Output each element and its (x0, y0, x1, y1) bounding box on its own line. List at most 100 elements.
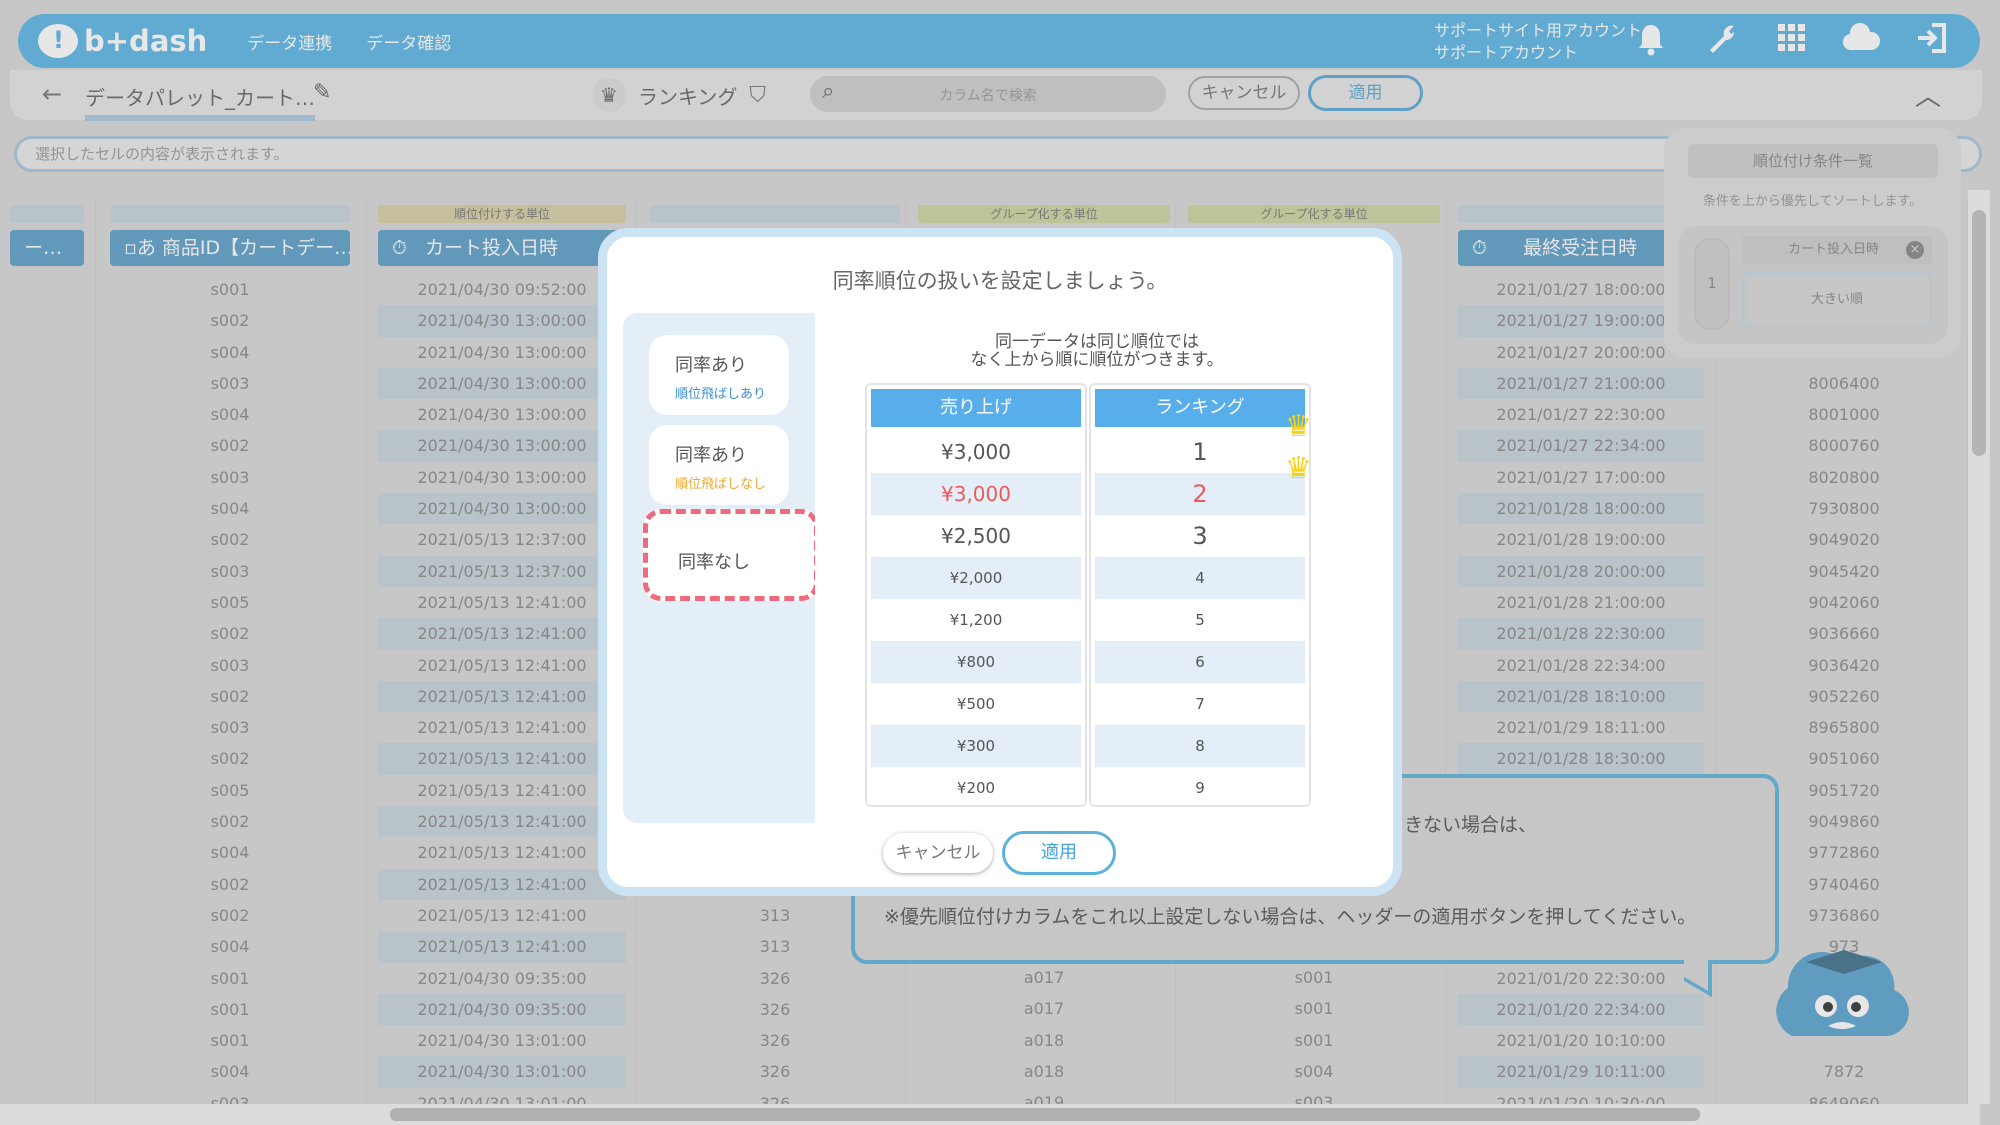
grid-cell[interactable]: s002 (110, 743, 350, 774)
grid-cell[interactable]: 2021/05/13 12:41:00 (378, 680, 626, 713)
grid-cell[interactable]: 2021/05/13 12:41:00 (378, 900, 626, 931)
grid-cell[interactable]: 2021/04/30 13:00:00 (378, 337, 626, 368)
grid-cell[interactable]: a018 (918, 1025, 1170, 1056)
grid-cell[interactable]: 8965800 (1728, 712, 1960, 743)
grid-cell[interactable]: s002 (110, 524, 350, 555)
column-header[interactable]: ー… (10, 230, 84, 266)
grid-cell[interactable]: s001 (110, 1025, 350, 1056)
grid-cell[interactable]: 7872 (1728, 1056, 1960, 1087)
collapse-icon[interactable]: ︿ (1915, 76, 1941, 113)
grid-cell[interactable]: 2021/01/29 18:11:00 (1458, 712, 1704, 743)
grid-cell[interactable]: 2021/01/28 19:00:00 (1458, 524, 1704, 555)
grid-cell[interactable]: 9051060 (1728, 743, 1960, 774)
grid-cell[interactable]: 2021/01/28 18:00:00 (1458, 493, 1704, 525)
option-no-tie[interactable]: 同率なし (643, 509, 819, 601)
grid-cell[interactable]: 2021/01/28 22:34:00 (1458, 650, 1704, 681)
grid-cell[interactable]: 2021/01/20 22:34:00 (1458, 993, 1704, 1026)
grid-cell[interactable]: s001 (110, 274, 350, 305)
grid-cell[interactable]: s002 (110, 900, 350, 931)
grid-cell[interactable]: 9052260 (1728, 681, 1960, 712)
grid-cell[interactable]: 2021/04/30 09:52:00 (378, 274, 626, 305)
column-header[interactable]: ⏱ カート投入日時 (378, 230, 626, 266)
grid-cell[interactable]: 7930800 (1728, 493, 1960, 524)
grid-cell[interactable]: 2021/01/27 17:00:00 (1458, 462, 1704, 493)
grid-cell[interactable]: s001 (110, 994, 350, 1025)
grid-cell[interactable]: 2021/01/28 22:30:00 (1458, 618, 1704, 650)
grid-cell[interactable]: s003 (110, 462, 350, 493)
grid-cell[interactable]: 2021/05/13 12:41:00 (378, 712, 626, 743)
grid-cell[interactable]: s004 (110, 1056, 350, 1087)
grid-cell[interactable]: 2021/05/13 12:41:00 (378, 618, 626, 650)
option-tie-without-skip[interactable]: 同率あり 順位飛ばしなし (649, 425, 789, 505)
grid-cell[interactable]: 2021/05/13 12:41:00 (378, 931, 626, 963)
grid-cell[interactable]: 2021/05/13 12:41:00 (378, 743, 626, 775)
grid-cell[interactable]: s005 (110, 775, 350, 806)
beginner-mark-icon[interactable]: ⛉ (749, 83, 766, 108)
grid-cell[interactable]: s001 (1188, 1025, 1440, 1056)
grid-cell[interactable]: 8000760 (1728, 430, 1960, 461)
grid-cell[interactable]: 9049020 (1728, 524, 1960, 555)
grid-cell[interactable]: 2021/05/13 12:41:00 (378, 806, 626, 838)
grid-cell[interactable]: s004 (110, 837, 350, 868)
account-info[interactable]: サポートサイト用アカウント サポートアカウント (1434, 20, 1642, 64)
vertical-scroll-thumb[interactable] (1972, 210, 1986, 456)
grid-cell[interactable]: 2021/04/30 13:01:00 (378, 1025, 626, 1056)
grid-cell[interactable]: 2021/04/30 13:01:00 (378, 1056, 626, 1088)
grid-cell[interactable]: s003 (110, 556, 350, 587)
grid-cell[interactable]: 2021/05/13 12:41:00 (378, 587, 626, 618)
grid-cell[interactable]: 326 (650, 1025, 900, 1056)
grid-cell[interactable]: 9045420 (1728, 556, 1960, 587)
grid-cell[interactable]: 2021/01/27 21:00:00 (1458, 367, 1704, 400)
grid-cell[interactable]: s005 (110, 587, 350, 618)
grid-cell[interactable]: s002 (110, 806, 350, 837)
grid-cell[interactable]: 2021/04/30 09:35:00 (378, 993, 626, 1026)
grid-cell[interactable]: s004 (110, 399, 350, 430)
grid-cell[interactable]: s003 (110, 650, 350, 681)
grid-cell[interactable]: 2021/01/20 10:10:00 (1458, 1025, 1704, 1056)
grid-cell[interactable]: s002 (110, 681, 350, 712)
grid-cell[interactable]: 326 (650, 963, 900, 994)
cloud-icon[interactable] (1840, 22, 1882, 60)
grid-cell[interactable]: 2021/05/13 12:41:00 (378, 650, 626, 681)
horizontal-scrollbar[interactable] (0, 1104, 1980, 1125)
grid-cell[interactable]: s004 (110, 931, 350, 962)
grid-cell[interactable]: 8020800 (1728, 462, 1960, 493)
sort-order-select[interactable]: 大きい順 (1742, 272, 1932, 328)
grid-cell[interactable]: 2021/05/13 12:41:00 (378, 775, 626, 806)
grid-cell[interactable]: 2021/04/30 13:00:00 (378, 493, 626, 525)
grid-cell[interactable]: 2021/01/27 22:34:00 (1458, 430, 1704, 462)
grid-cell[interactable]: s002 (110, 305, 350, 336)
grid-cell[interactable]: s003 (110, 712, 350, 743)
grid-cell[interactable]: 326 (650, 994, 900, 1025)
grid-cell[interactable]: 2021/01/28 21:00:00 (1458, 587, 1704, 618)
column-header[interactable]: ▫あ 商品ID【カートデー… (110, 230, 350, 266)
nav-data-link[interactable]: データ連携 (247, 29, 332, 54)
header-cancel-button[interactable]: キャンセル (1188, 76, 1300, 110)
vertical-scrollbar[interactable] (1968, 190, 1990, 1104)
option-tie-with-skip[interactable]: 同率あり 順位飛ばしあり (649, 335, 789, 415)
grid-cell[interactable]: 9036660 (1728, 618, 1960, 649)
palette-title[interactable]: データパレット_カート… (85, 82, 315, 121)
grid-cell[interactable]: s002 (110, 618, 350, 649)
header-apply-button[interactable]: 適用 (1308, 75, 1423, 111)
bell-icon[interactable] (1630, 22, 1672, 60)
grid-cell[interactable]: s001 (1188, 962, 1440, 993)
grid-cell[interactable]: a017 (918, 962, 1170, 993)
horizontal-scroll-thumb[interactable] (390, 1108, 1700, 1121)
wrench-icon[interactable] (1700, 22, 1742, 60)
grid-cell[interactable]: 2021/05/13 12:37:00 (378, 555, 626, 587)
grid-cell[interactable]: 2021/05/13 12:41:00 (378, 837, 626, 868)
grid-cell[interactable]: 8006400 (1728, 368, 1960, 399)
grid-cell[interactable]: s002 (110, 430, 350, 461)
grid-cell[interactable]: 2021/04/30 13:00:00 (378, 399, 626, 430)
grid-cell[interactable]: s004 (1188, 1056, 1440, 1087)
grid-cell[interactable]: 2021/01/28 20:00:00 (1458, 555, 1704, 587)
pencil-icon[interactable]: ✎ (313, 80, 331, 105)
grid-cell[interactable]: 9036420 (1728, 650, 1960, 681)
grid-cell[interactable]: 2021/04/30 13:00:00 (378, 367, 626, 400)
grid-icon[interactable] (1770, 22, 1812, 60)
grid-cell[interactable]: 2021/05/13 12:37:00 (378, 524, 626, 555)
remove-condition-icon[interactable]: × (1906, 241, 1924, 259)
grid-cell[interactable]: s001 (1188, 993, 1440, 1024)
grid-cell[interactable]: 2021/01/29 10:11:00 (1458, 1056, 1704, 1088)
